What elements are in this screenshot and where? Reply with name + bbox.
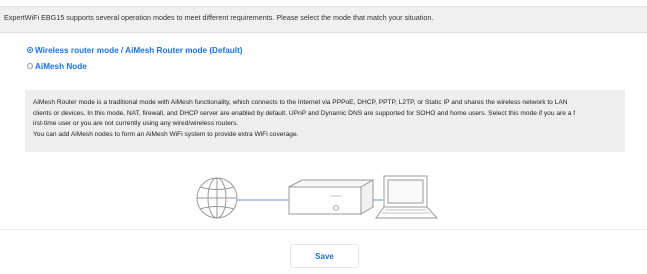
globe-icon bbox=[196, 177, 238, 219]
mode-description: AiMesh Router mode is a traditional mode… bbox=[25, 90, 625, 152]
radio-unselected-icon[interactable] bbox=[27, 63, 33, 69]
mode-option-aimesh-node[interactable]: AiMesh Node bbox=[27, 60, 87, 72]
router-icon bbox=[288, 179, 375, 215]
divider bbox=[0, 229, 647, 230]
mode-label-router: Wireless router mode / AiMesh Router mod… bbox=[35, 45, 243, 55]
mode-option-router[interactable]: Wireless router mode / AiMesh Router mod… bbox=[27, 44, 243, 56]
description-line: You can add AiMesh nodes to form an AiMe… bbox=[33, 130, 299, 138]
laptop-icon bbox=[375, 175, 439, 219]
save-button[interactable]: Save bbox=[290, 244, 359, 268]
intro-text: ExpertWiFi EBG15 supports several operat… bbox=[4, 13, 434, 22]
radio-selected-icon[interactable] bbox=[27, 47, 33, 53]
mode-label-aimesh-node: AiMesh Node bbox=[35, 61, 87, 71]
description-line: irst-time user or you are not currently … bbox=[33, 120, 239, 127]
description-line: AiMesh Router mode is a traditional mode… bbox=[33, 99, 568, 106]
intro-banner: ExpertWiFi EBG15 supports several operat… bbox=[0, 6, 647, 33]
description-line: clients or devices. In this mode, NAT, f… bbox=[33, 109, 576, 117]
